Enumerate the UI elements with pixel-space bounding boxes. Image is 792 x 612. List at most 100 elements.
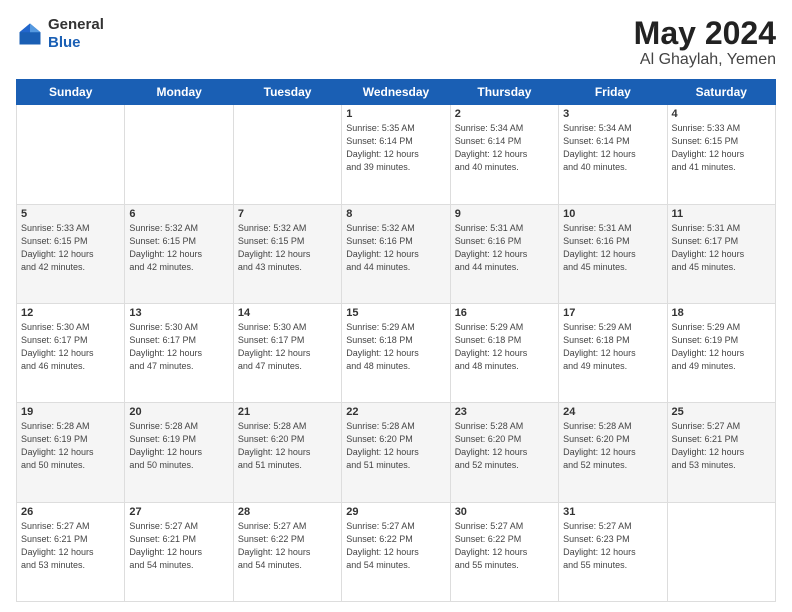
day-info: Sunrise: 5:34 AM Sunset: 6:14 PM Dayligh… [563,122,662,174]
day-info: Sunrise: 5:29 AM Sunset: 6:18 PM Dayligh… [455,321,554,373]
weekday-header-row: SundayMondayTuesdayWednesdayThursdayFrid… [17,80,776,105]
day-cell: 3 Sunrise: 5:34 AM Sunset: 6:14 PM Daylig… [559,105,667,204]
day-cell: 19 Sunrise: 5:28 AM Sunset: 6:19 PM Dayli… [17,403,125,502]
page: General Blue May 2024 Al Ghaylah, Yemen … [0,0,792,612]
title-block: May 2024 Al Ghaylah, Yemen [634,16,776,69]
weekday-header-wednesday: Wednesday [342,80,450,105]
day-number: 7 [238,208,337,220]
day-cell: 28Sunrise: 5:27 AM Sunset: 6:22 PM Dayli… [233,502,341,601]
week-row-2: 5Sunrise: 5:33 AM Sunset: 6:15 PM Daylig… [17,204,776,303]
day-info: Sunrise: 5:32 AM Sunset: 6:16 PM Dayligh… [346,222,445,274]
day-cell: 30 Sunrise: 5:27 AM Sunset: 6:22 PM Dayli… [450,502,558,601]
day-number: 28 [238,506,337,518]
day-cell [17,105,125,204]
day-number: 12 [21,307,120,319]
day-number: 11 [672,208,771,220]
day-number: 27 [129,506,228,518]
day-info: Sunrise: 5:28 AM Sunset: 6:20 PM Dayligh… [563,420,662,472]
logo-text: General Blue [48,16,104,52]
day-info: Sunrise: 5:27 AM Sunset: 6:22 PM Dayligh… [455,520,554,572]
day-info: Sunrise: 5:32 AM Sunset: 6:15 PM Dayligh… [129,222,228,274]
day-cell: 17 Sunrise: 5:29 AM Sunset: 6:18 PM Dayli… [559,303,667,402]
day-number: 22 [346,406,445,418]
day-cell: 16 Sunrise: 5:29 AM Sunset: 6:18 PM Dayli… [450,303,558,402]
day-number: 4 [672,108,771,120]
day-cell: 23Sunrise: 5:28 AM Sunset: 6:20 PM Dayli… [450,403,558,502]
day-cell: 22 Sunrise: 5:28 AM Sunset: 6:20 PM Dayli… [342,403,450,502]
day-info: Sunrise: 5:31 AM Sunset: 6:16 PM Dayligh… [455,222,554,274]
logo: General Blue [16,16,104,52]
day-cell: 25Sunrise: 5:27 AM Sunset: 6:21 PM Dayli… [667,403,775,502]
weekday-header-thursday: Thursday [450,80,558,105]
day-number: 29 [346,506,445,518]
day-cell: 8Sunrise: 5:32 AM Sunset: 6:16 PM Daylig… [342,204,450,303]
day-info: Sunrise: 5:28 AM Sunset: 6:19 PM Dayligh… [21,420,120,472]
calendar-table: SundayMondayTuesdayWednesdayThursdayFrid… [16,79,776,602]
day-info: Sunrise: 5:28 AM Sunset: 6:20 PM Dayligh… [346,420,445,472]
day-cell [233,105,341,204]
day-number: 31 [563,506,662,518]
day-number: 6 [129,208,228,220]
day-info: Sunrise: 5:35 AM Sunset: 6:14 PM Dayligh… [346,122,445,174]
day-cell: 27 Sunrise: 5:27 AM Sunset: 6:21 PM Dayli… [125,502,233,601]
day-number: 23 [455,406,554,418]
day-info: Sunrise: 5:27 AM Sunset: 6:21 PM Dayligh… [129,520,228,572]
week-row-5: 26 Sunrise: 5:27 AM Sunset: 6:21 PM Dayli… [17,502,776,601]
sub-title: Al Ghaylah, Yemen [634,51,776,69]
day-info: Sunrise: 5:27 AM Sunset: 6:23 PM Dayligh… [563,520,662,572]
week-row-4: 19 Sunrise: 5:28 AM Sunset: 6:19 PM Dayli… [17,403,776,502]
day-cell: 14 Sunrise: 5:30 AM Sunset: 6:17 PM Dayli… [233,303,341,402]
day-cell: 10 Sunrise: 5:31 AM Sunset: 6:16 PM Dayli… [559,204,667,303]
day-number: 18 [672,307,771,319]
main-title: May 2024 [634,16,776,51]
logo-icon [16,20,44,48]
day-info: Sunrise: 5:29 AM Sunset: 6:18 PM Dayligh… [346,321,445,373]
day-info: Sunrise: 5:31 AM Sunset: 6:17 PM Dayligh… [672,222,771,274]
day-cell: 1 Sunrise: 5:35 AM Sunset: 6:14 PM Daylig… [342,105,450,204]
day-number: 16 [455,307,554,319]
day-info: Sunrise: 5:28 AM Sunset: 6:19 PM Dayligh… [129,420,228,472]
day-number: 3 [563,108,662,120]
day-cell: 6 Sunrise: 5:32 AM Sunset: 6:15 PM Daylig… [125,204,233,303]
day-number: 2 [455,108,554,120]
day-cell: 5Sunrise: 5:33 AM Sunset: 6:15 PM Daylig… [17,204,125,303]
weekday-header-saturday: Saturday [667,80,775,105]
day-cell: 7 Sunrise: 5:32 AM Sunset: 6:15 PM Daylig… [233,204,341,303]
day-cell: 4Sunrise: 5:33 AM Sunset: 6:15 PM Daylig… [667,105,775,204]
day-number: 1 [346,108,445,120]
weekday-header-tuesday: Tuesday [233,80,341,105]
day-cell: 21 Sunrise: 5:28 AM Sunset: 6:20 PM Dayli… [233,403,341,502]
day-cell [125,105,233,204]
day-cell: 20Sunrise: 5:28 AM Sunset: 6:19 PM Dayli… [125,403,233,502]
day-number: 21 [238,406,337,418]
day-number: 24 [563,406,662,418]
day-number: 26 [21,506,120,518]
day-cell: 13Sunrise: 5:30 AM Sunset: 6:17 PM Dayli… [125,303,233,402]
day-number: 19 [21,406,120,418]
day-info: Sunrise: 5:29 AM Sunset: 6:18 PM Dayligh… [563,321,662,373]
day-info: Sunrise: 5:32 AM Sunset: 6:15 PM Dayligh… [238,222,337,274]
header: General Blue May 2024 Al Ghaylah, Yemen [16,16,776,69]
week-row-1: 1 Sunrise: 5:35 AM Sunset: 6:14 PM Daylig… [17,105,776,204]
day-cell: 31 Sunrise: 5:27 AM Sunset: 6:23 PM Dayli… [559,502,667,601]
day-number: 15 [346,307,445,319]
day-number: 9 [455,208,554,220]
day-cell [667,502,775,601]
day-cell: 18Sunrise: 5:29 AM Sunset: 6:19 PM Dayli… [667,303,775,402]
day-info: Sunrise: 5:27 AM Sunset: 6:21 PM Dayligh… [672,420,771,472]
weekday-header-sunday: Sunday [17,80,125,105]
day-number: 17 [563,307,662,319]
day-number: 14 [238,307,337,319]
day-cell: 2 Sunrise: 5:34 AM Sunset: 6:14 PM Daylig… [450,105,558,204]
day-number: 30 [455,506,554,518]
day-info: Sunrise: 5:27 AM Sunset: 6:21 PM Dayligh… [21,520,120,572]
day-cell: 9 Sunrise: 5:31 AM Sunset: 6:16 PM Daylig… [450,204,558,303]
day-info: Sunrise: 5:30 AM Sunset: 6:17 PM Dayligh… [129,321,228,373]
day-info: Sunrise: 5:34 AM Sunset: 6:14 PM Dayligh… [455,122,554,174]
day-info: Sunrise: 5:30 AM Sunset: 6:17 PM Dayligh… [238,321,337,373]
day-cell: 11 Sunrise: 5:31 AM Sunset: 6:17 PM Dayli… [667,204,775,303]
day-info: Sunrise: 5:31 AM Sunset: 6:16 PM Dayligh… [563,222,662,274]
day-number: 10 [563,208,662,220]
weekday-header-friday: Friday [559,80,667,105]
day-info: Sunrise: 5:28 AM Sunset: 6:20 PM Dayligh… [238,420,337,472]
